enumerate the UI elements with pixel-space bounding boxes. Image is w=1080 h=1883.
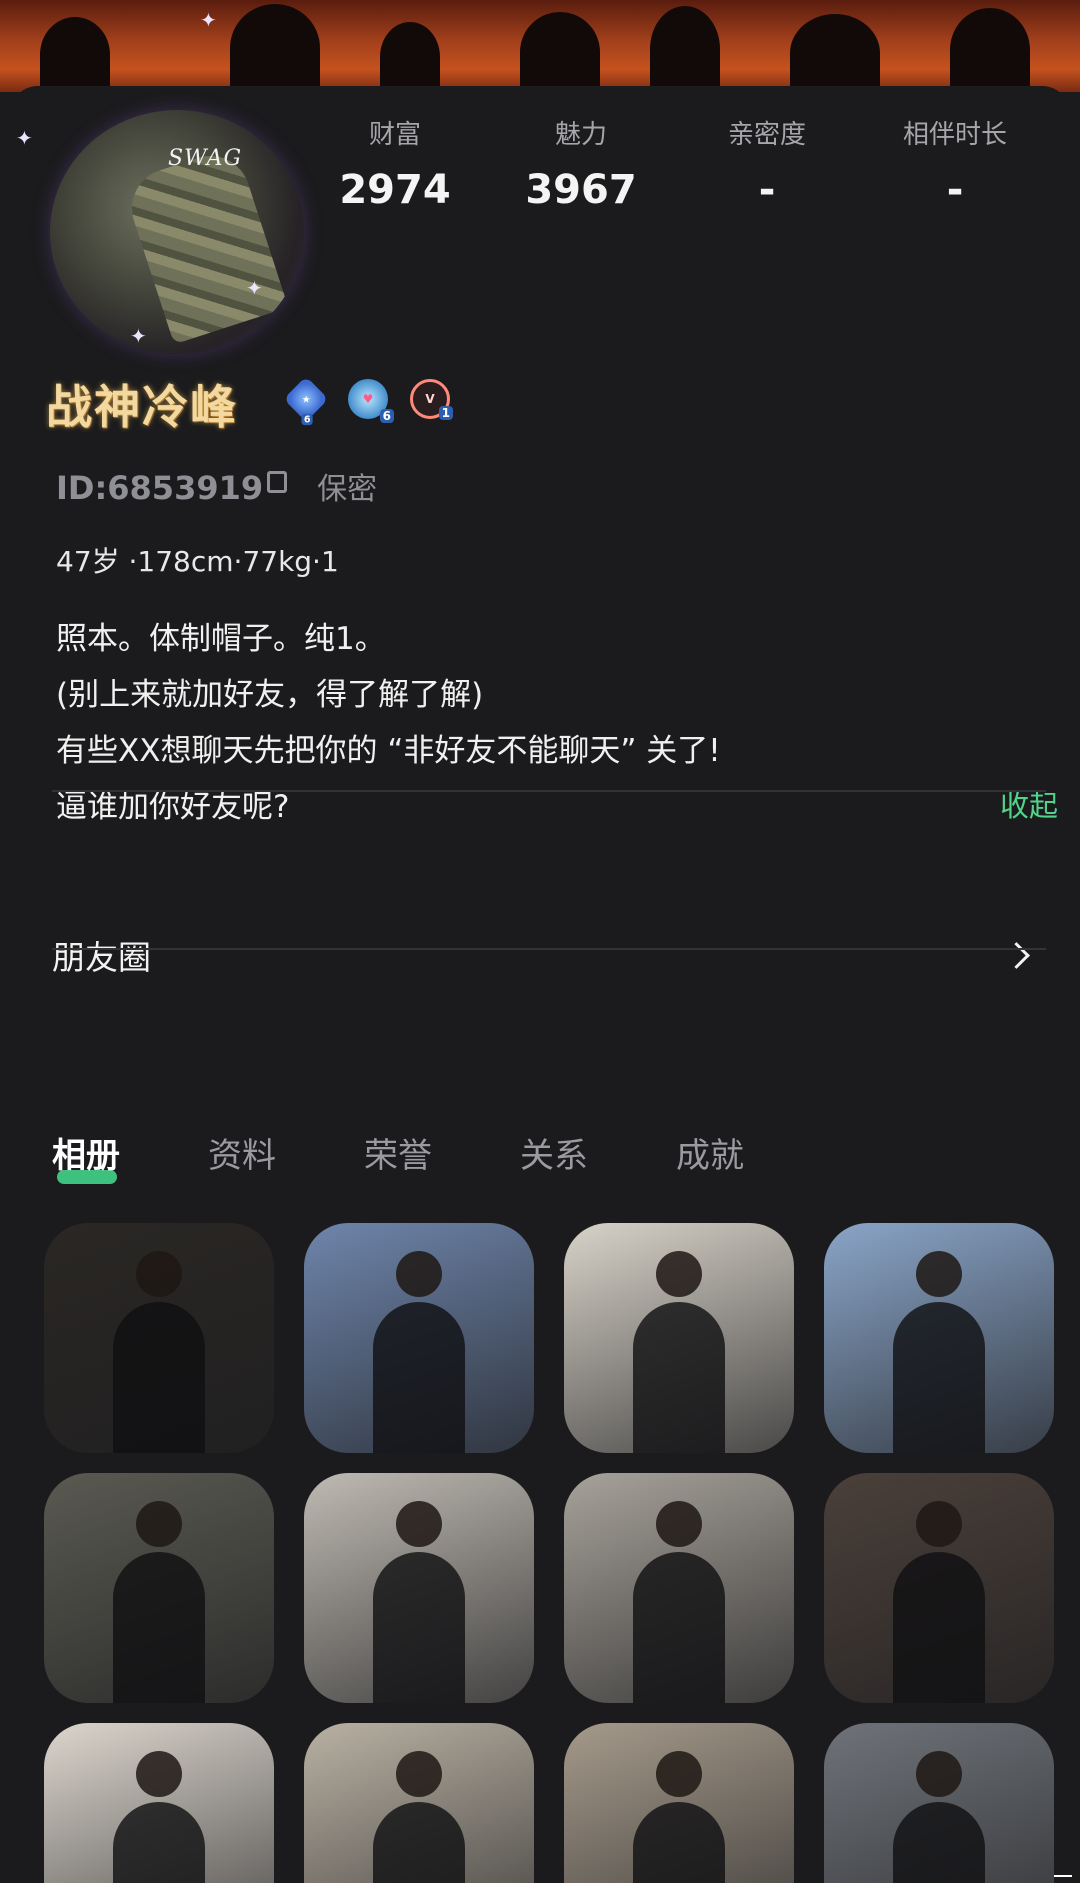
copy-icon[interactable] xyxy=(267,471,288,493)
photo-subject-head xyxy=(916,1500,962,1547)
photo-subject-head xyxy=(396,1500,442,1547)
v-badge-icon[interactable]: V1 xyxy=(410,379,453,420)
photo-subject-head xyxy=(396,1750,442,1797)
photo-subject-head xyxy=(396,1250,442,1297)
chevron-right-icon[interactable] xyxy=(1003,942,1030,969)
privacy-label: 保密 xyxy=(317,472,378,507)
avatar-figure xyxy=(121,145,289,345)
stat-charm[interactable]: 魅力 3967 xyxy=(486,114,676,213)
photo-subject xyxy=(633,1802,725,1883)
photo-subject xyxy=(633,1552,725,1703)
photo-subject xyxy=(373,1302,465,1453)
level-badge-icon[interactable]: ★ 6 xyxy=(283,376,329,425)
tab-relations[interactable]: 关系 xyxy=(520,1128,588,1177)
photo-subject xyxy=(893,1552,985,1703)
photo-subject xyxy=(373,1552,465,1703)
sparkle-icon: ✦ xyxy=(200,8,217,32)
profile-card: SWAG ✦ ✦ ✦ ✦ 财富 2974 魅力 3967 亲密度 - 相伴时长 … xyxy=(10,8,1070,1883)
photo-thumbnail[interactable] xyxy=(304,1223,534,1453)
photo-thumbnail[interactable] xyxy=(564,1223,794,1453)
stat-companion-time[interactable]: 相伴时长 - xyxy=(860,114,1050,213)
photo-subject-head xyxy=(656,1750,702,1797)
sparkle-icon: ✦ xyxy=(130,324,147,348)
stat-label: 魅力 xyxy=(554,120,607,150)
photo-subject-head xyxy=(656,1500,702,1547)
photo-subject xyxy=(893,1802,985,1883)
stat-value: - xyxy=(758,167,776,213)
photo-thumbnail[interactable] xyxy=(824,1223,1054,1453)
stats-row: 财富 2974 魅力 3967 亲密度 - 相伴时长 - xyxy=(310,114,1070,224)
sparkle-icon: ✦ xyxy=(16,126,33,150)
photo-thumbnail[interactable] xyxy=(824,1723,1054,1883)
bio-line: 有些XX想聊天先把你的 “非好友不能聊天” 关了! xyxy=(56,733,721,769)
photo-subject-head xyxy=(656,1250,702,1297)
photo-subject-head xyxy=(916,1250,962,1297)
bio: 照本。体制帽子。纯1。 (别上来就加好友，得了解了解) 有些XX想聊天先把你的 … xyxy=(56,611,956,835)
profile-page: SWAG ✦ ✦ ✦ ✦ 财富 2974 魅力 3967 亲密度 - 相伴时长 … xyxy=(0,0,1080,1883)
tab-album[interactable]: 相册 xyxy=(52,1128,120,1177)
divider xyxy=(52,790,1046,792)
photo-subject xyxy=(113,1552,205,1703)
photo-thumbnail[interactable] xyxy=(44,1473,274,1703)
photo-thumbnail[interactable] xyxy=(44,1223,274,1453)
photo-thumbnail[interactable] xyxy=(304,1473,534,1703)
moments-link[interactable]: 朋友圈 xyxy=(52,931,151,979)
avatar[interactable]: SWAG xyxy=(50,110,304,354)
photo-thumbnail[interactable] xyxy=(564,1473,794,1703)
stat-wealth[interactable]: 财富 2974 xyxy=(300,114,490,213)
divider xyxy=(52,948,1046,950)
photo-subject-head xyxy=(136,1750,182,1797)
bio-line: 照本。体制帽子。纯1。 xyxy=(56,621,386,657)
photo-subject xyxy=(893,1302,985,1453)
stat-value: 3967 xyxy=(525,167,637,213)
photo-subject-head xyxy=(136,1500,182,1547)
stat-value: 2974 xyxy=(339,167,451,213)
profile-banner xyxy=(0,0,1080,92)
user-id: ID:6853919 xyxy=(56,469,264,507)
heart-badge-icon[interactable]: ♥ 6 xyxy=(348,379,394,423)
id-row: ID:6853919 保密 xyxy=(56,464,377,508)
photo-subject xyxy=(113,1802,205,1883)
bio-line: (别上来就加好友，得了解了解) xyxy=(56,677,484,713)
bio-meta: 47岁 ·178cm·77kg·1 xyxy=(56,545,339,578)
photo-subject-head xyxy=(136,1250,182,1297)
photo-thumbnail[interactable] xyxy=(304,1723,534,1883)
photo-subject xyxy=(113,1302,205,1453)
stat-label: 财富 xyxy=(368,120,421,150)
tab-info[interactable]: 资料 xyxy=(208,1128,276,1177)
photo-subject xyxy=(373,1802,465,1883)
tab-honor[interactable]: 荣誉 xyxy=(364,1128,432,1177)
username: 战神冷峰 xyxy=(46,380,238,434)
photo-thumbnail[interactable] xyxy=(824,1473,1054,1703)
photo-subject-head xyxy=(916,1750,962,1797)
stat-intimacy[interactable]: 亲密度 - xyxy=(672,114,862,213)
photo-subject xyxy=(633,1302,725,1453)
avatar-caption: SWAG xyxy=(168,146,243,171)
stat-value: - xyxy=(946,167,964,213)
tab-achievements[interactable]: 成就 xyxy=(676,1128,744,1177)
stat-label: 亲密度 xyxy=(727,120,806,150)
stat-label: 相伴时长 xyxy=(902,120,1007,150)
photo-thumbnail[interactable] xyxy=(564,1723,794,1883)
photo-thumbnail[interactable] xyxy=(44,1723,274,1883)
scroll-indicator xyxy=(1054,1875,1072,1877)
sparkle-icon: ✦ xyxy=(246,276,263,300)
bio-line: 逼谁加你好友呢? xyxy=(56,789,290,825)
